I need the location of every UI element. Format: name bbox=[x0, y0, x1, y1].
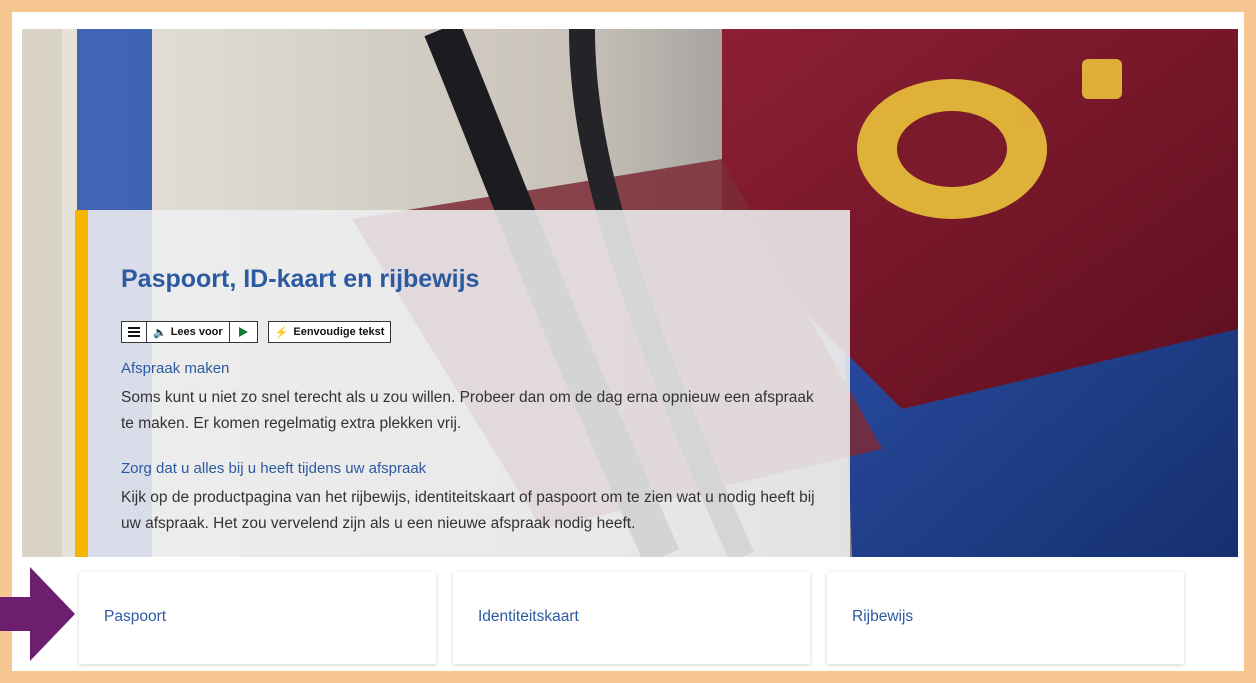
product-tiles: Paspoort Identiteitskaart Rijbewijs bbox=[79, 572, 1187, 664]
tile-label: Rijbewijs bbox=[852, 608, 914, 625]
read-aloud-button[interactable]: 🔈 Lees voor bbox=[147, 322, 230, 342]
appointment-link[interactable]: Afspraak maken bbox=[121, 360, 229, 377]
play-button[interactable] bbox=[230, 322, 257, 342]
tile-rijbewijs[interactable]: Rijbewijs bbox=[827, 572, 1184, 664]
read-aloud-label: Lees voor bbox=[170, 326, 223, 338]
simple-text-label: Eenvoudige tekst bbox=[293, 326, 385, 338]
tile-label: Identiteitskaart bbox=[478, 608, 579, 625]
page-frame: Paspoort, ID-kaart en rijbewijs 🔈 Lees v… bbox=[12, 12, 1244, 671]
info-card: Paspoort, ID-kaart en rijbewijs 🔈 Lees v… bbox=[75, 210, 850, 557]
hero-banner: Paspoort, ID-kaart en rijbewijs 🔈 Lees v… bbox=[22, 29, 1238, 557]
pointer-arrow-icon bbox=[0, 567, 75, 661]
bolt-icon: ⚡ bbox=[274, 326, 289, 339]
tile-paspoort[interactable]: Paspoort bbox=[79, 572, 436, 664]
tile-identiteitskaart[interactable]: Identiteitskaart bbox=[453, 572, 810, 664]
menu-icon bbox=[128, 327, 140, 337]
speaker-icon: 🔈 bbox=[153, 326, 167, 339]
appointment-text: Soms kunt u niet zo snel terecht als u z… bbox=[121, 389, 814, 432]
simple-text-group: ⚡ Eenvoudige tekst bbox=[267, 321, 392, 343]
page-title: Paspoort, ID-kaart en rijbewijs bbox=[121, 265, 480, 293]
play-icon bbox=[238, 327, 248, 337]
simple-text-button[interactable]: ⚡ Eenvoudige tekst bbox=[269, 322, 391, 342]
bring-everything-link[interactable]: Zorg dat u alles bij u heeft tijdens uw … bbox=[121, 460, 426, 477]
read-aloud-group: 🔈 Lees voor bbox=[121, 321, 258, 343]
tile-label: Paspoort bbox=[104, 608, 167, 625]
menu-button[interactable] bbox=[122, 322, 147, 342]
bring-everything-text: Kijk op de productpagina van het rijbewi… bbox=[121, 489, 815, 532]
readspeaker-toolbar: 🔈 Lees voor ⚡ Eenvoudige tekst bbox=[121, 321, 392, 343]
